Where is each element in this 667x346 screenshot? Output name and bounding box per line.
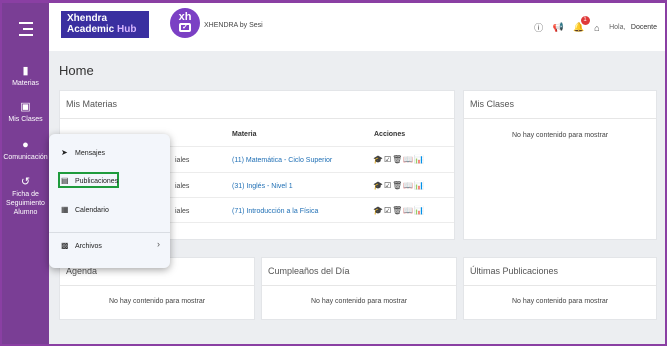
xh-text: xh — [178, 11, 192, 23]
submenu-item-label: Calendario — [75, 207, 109, 214]
submenu-item-label: Archivos — [75, 243, 102, 250]
column-header-materia: Materia — [232, 131, 257, 138]
logo-line2a: Academic — [67, 24, 118, 35]
chevron-right-icon: › — [157, 239, 160, 249]
empty-message: No hay contenido para mostrar — [310, 298, 408, 305]
header-actions: ⓘ 📢 🔔 1 ⌂ Hola, Docente — [527, 16, 657, 35]
row-actions[interactable]: 🎓☑🗑📖📊 — [373, 181, 425, 190]
sidebar-item-materias[interactable]: ▮ Materias — [2, 65, 49, 88]
sidebar-item-label-line1: Ficha de — [12, 191, 39, 198]
sidebar-item-comunicacion[interactable]: ● Comunicación — [2, 139, 49, 162]
menu-toggle-icon[interactable] — [17, 22, 33, 36]
submenu-item-label: Publicaciones — [75, 178, 119, 185]
divider — [464, 118, 656, 119]
newspaper-icon: ▤ — [61, 176, 69, 185]
clipboard-icon: ▮ — [22, 65, 29, 77]
subject-link[interactable]: (71) Introducción a la Física — [232, 208, 318, 215]
sidebar-item-ficha-seguimiento[interactable]: ↺ Ficha de Seguimiento Alumno — [2, 176, 49, 217]
check-icon: ✓ — [179, 23, 191, 32]
home-icon[interactable]: ⌂ — [594, 23, 599, 33]
calendar-icon: ▦ — [61, 205, 69, 214]
comunicacion-submenu: ➤ Mensajes ▤ Publicaciones ▦ Calendario ▩ Ar… — [49, 134, 170, 268]
submenu-item-publicaciones[interactable]: ▤ Publicaciones — [61, 176, 118, 185]
ultimas-publicaciones-card: Últimas Publicaciones No hay contenido p… — [463, 257, 657, 320]
sidebar-item-label-line2: Seguimiento — [6, 200, 45, 207]
divider — [262, 285, 456, 286]
logo-line2b: Hub — [117, 24, 137, 35]
presentation-icon: ▣ — [20, 101, 31, 113]
card-title: Mis Clases — [470, 99, 515, 109]
card-title: Últimas Publicaciones — [470, 266, 559, 276]
academic-hub-logo[interactable]: Xhendra Academic Hub — [61, 11, 149, 38]
history-icon: ↺ — [20, 176, 31, 188]
page-title: Home — [59, 63, 94, 78]
help-icon[interactable]: ⓘ — [534, 21, 543, 34]
table-cell: iales — [175, 157, 190, 164]
submenu-item-calendario[interactable]: ▦ Calendario — [61, 205, 109, 214]
chat-icon: ● — [22, 139, 29, 151]
sidebar-item-label: Mis Clases — [8, 116, 43, 123]
divider — [49, 232, 170, 233]
divider — [60, 118, 454, 119]
empty-message: No hay contenido para mostrar — [511, 132, 609, 139]
empty-message: No hay contenido para mostrar — [108, 298, 206, 305]
column-header-acciones: Acciones — [374, 131, 406, 138]
divider — [60, 285, 254, 286]
sidebar-item-label: Comunicación — [3, 154, 48, 161]
divider — [464, 285, 656, 286]
submenu-item-archivos[interactable]: ▩ Archivos — [61, 241, 102, 250]
user-name[interactable]: Docente — [631, 24, 657, 31]
card-title: Cumpleaños del Día — [268, 266, 350, 276]
logo-line2: Academic Hub — [67, 24, 143, 35]
megaphone-icon[interactable]: 📢 — [553, 22, 564, 33]
brand-name: XHENDRA by Sesi — [204, 22, 263, 29]
send-icon: ➤ — [61, 148, 68, 157]
mis-clases-card: Mis Clases No hay contenido para mostrar — [463, 90, 657, 240]
row-actions[interactable]: 🎓☑🗑📖📊 — [373, 155, 425, 164]
sidebar-item-label: Materias — [12, 80, 39, 87]
top-header: Xhendra Academic Hub xh ✓ XHENDRA by Ses… — [49, 3, 665, 51]
logo-line1: Xhendra — [67, 13, 108, 24]
submenu-item-label: Mensajes — [75, 150, 105, 157]
submenu-item-mensajes[interactable]: ➤ Mensajes — [61, 148, 105, 157]
empty-message: No hay contenido para mostrar — [511, 298, 609, 305]
row-actions[interactable]: 🎓☑🗑📖📊 — [373, 206, 425, 215]
table-cell: iales — [175, 183, 190, 190]
sidebar: ▮ Materias ▣ Mis Clases ● Comunicación ↺… — [2, 3, 49, 344]
archive-icon: ▩ — [61, 241, 69, 250]
greeting: Hola, — [609, 24, 626, 31]
subject-link[interactable]: (11) Matemática - Ciclo Superior — [232, 157, 332, 164]
subject-link[interactable]: (31) Inglés - Nivel 1 — [232, 183, 293, 190]
bell-icon[interactable]: 🔔 1 — [573, 16, 590, 33]
notification-badge: 1 — [580, 16, 590, 25]
sidebar-item-mis-clases[interactable]: ▣ Mis Clases — [2, 101, 49, 124]
cumpleanos-card: Cumpleaños del Día No hay contenido para… — [261, 257, 457, 320]
xhendra-logo: xh ✓ — [170, 8, 200, 38]
card-title: Mis Materias — [66, 99, 118, 109]
sidebar-item-label-line3: Alumno — [13, 209, 38, 216]
table-cell: iales — [175, 208, 190, 215]
